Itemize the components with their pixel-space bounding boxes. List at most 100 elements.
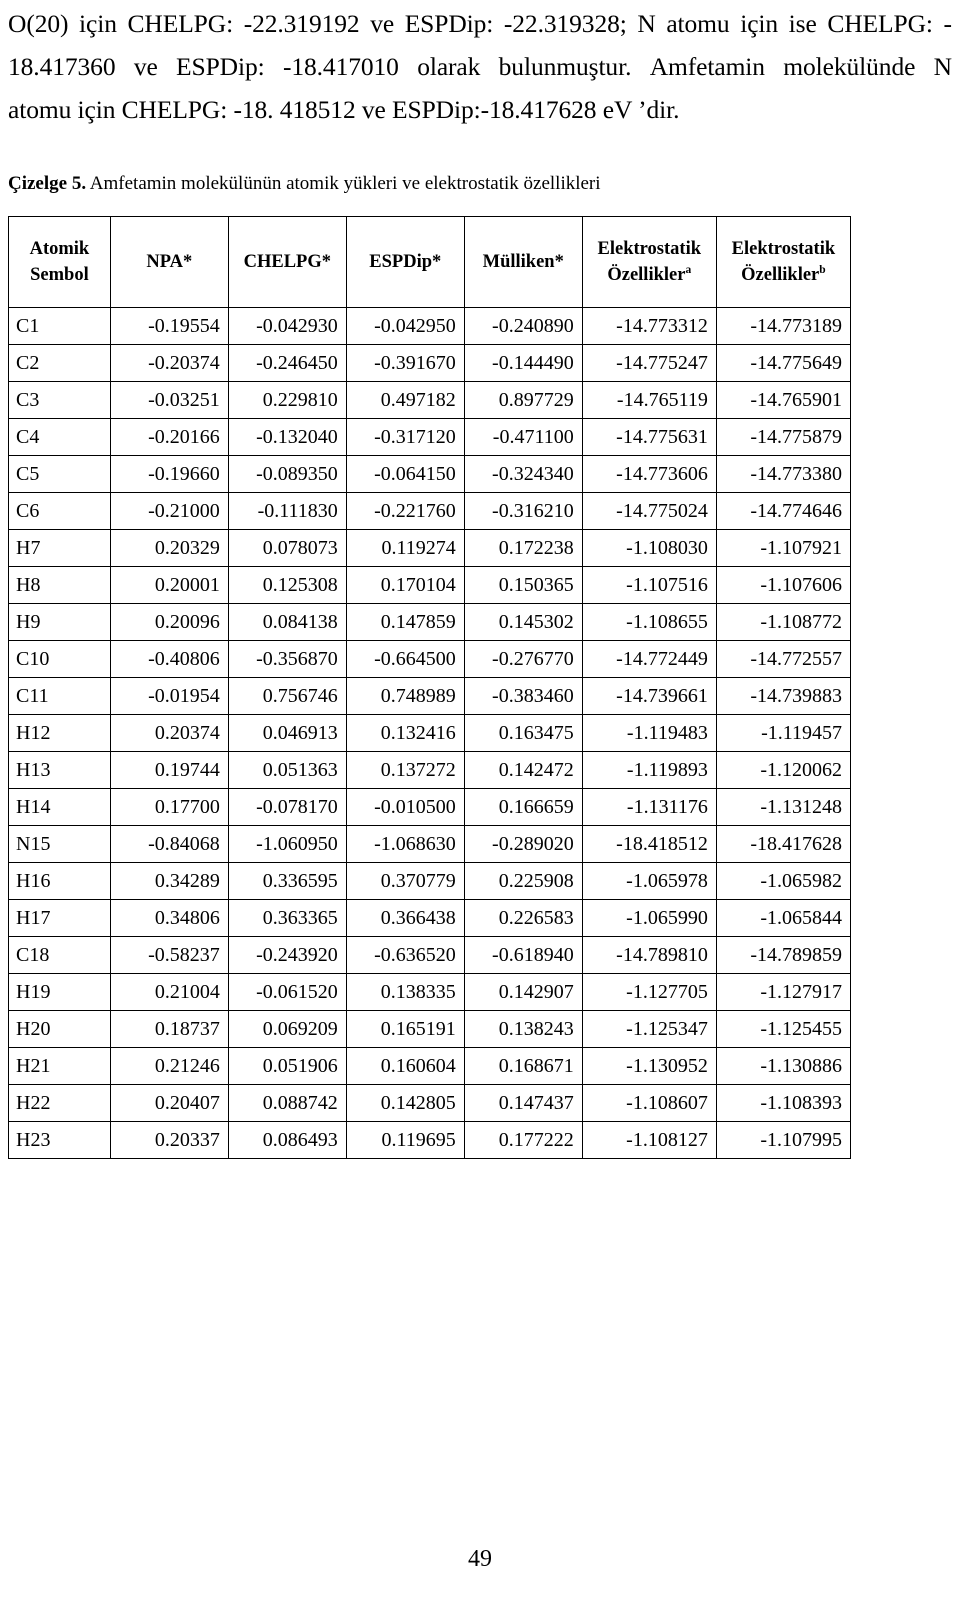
cell-atomic-symbol: C11 (8, 677, 111, 715)
table-row: H20 0.18737 0.069209 0.165191 0.138243 -1.125… (8, 1010, 852, 1048)
cell-npa: 0.19744 (109, 751, 229, 789)
cell-espdip: 0.160604 (345, 1047, 465, 1085)
header-electrostatic-a-sup: a (685, 263, 692, 276)
cell-espdip: 0.370779 (345, 862, 465, 900)
cell-espdip: 0.165191 (345, 1010, 465, 1048)
cell-chelpg: -0.061520 (227, 973, 347, 1011)
cell-electrostatic-b: -14.765901 (715, 381, 852, 419)
cell-chelpg: -0.243920 (227, 936, 347, 974)
atomic-charges-table: Atomik Sembol NPA* CHELPG* ESPDip* Mülli… (8, 216, 852, 1159)
cell-npa: -0.20374 (109, 344, 229, 382)
cell-electrostatic-a: -14.773606 (581, 455, 717, 493)
cell-mulliken: 0.226583 (463, 899, 583, 937)
header-electrostatic-a-line2: Özellikler (607, 265, 686, 285)
cell-electrostatic-b: -1.107995 (715, 1121, 852, 1159)
document-page: O(20) için CHELPG: -22.319192 ve ESPDip: -22.3… (0, 0, 960, 1597)
intro-word: için (740, 9, 779, 38)
cell-mulliken: 0.225908 (463, 862, 583, 900)
table-row: C18 -0.58237 -0.243920 -0.636520 -0.618940 -1… (8, 936, 852, 974)
cell-electrostatic-a: -1.119893 (581, 751, 717, 789)
cell-espdip: -0.221760 (345, 492, 465, 530)
cell-electrostatic-b: -1.065982 (715, 862, 852, 900)
cell-mulliken: 0.168671 (463, 1047, 583, 1085)
cell-electrostatic-a: -1.108127 (581, 1121, 717, 1159)
cell-atomic-symbol: H9 (8, 603, 111, 641)
header-mulliken: Mülliken* (463, 216, 583, 308)
cell-npa: 0.20096 (109, 603, 229, 641)
cell-mulliken: -0.240890 (463, 307, 583, 345)
cell-electrostatic-a: -14.775631 (581, 418, 717, 456)
cell-electrostatic-b: -14.774646 (715, 492, 852, 530)
cell-electrostatic-a: -1.065990 (581, 899, 717, 937)
cell-npa: -0.84068 (109, 825, 229, 863)
cell-atomic-symbol: C4 (8, 418, 111, 456)
cell-chelpg: 0.051906 (227, 1047, 347, 1085)
cell-npa: -0.01954 (109, 677, 229, 715)
cell-mulliken: -0.316210 (463, 492, 583, 530)
cell-mulliken: -0.471100 (463, 418, 583, 456)
header-chelpg: CHELPG* (227, 216, 347, 308)
cell-chelpg: -0.132040 (227, 418, 347, 456)
cell-chelpg: 0.084138 (227, 603, 347, 641)
cell-chelpg: 0.756746 (227, 677, 347, 715)
cell-mulliken: -0.618940 (463, 936, 583, 974)
table-row: H22 0.20407 0.088742 0.142805 0.147437 -1.108… (8, 1084, 852, 1122)
header-electrostatic-b: Elektrostatik Özelliklerb (715, 216, 852, 308)
intro-word: Amfetamin (649, 52, 765, 81)
cell-mulliken: -0.276770 (463, 640, 583, 678)
cell-atomic-symbol: H21 (8, 1047, 111, 1085)
table-row: C2 -0.20374 -0.246450 -0.391670 -0.144490 -14… (8, 344, 852, 382)
table-row: C1 -0.19554 -0.042930 -0.042950 -0.240890 -14… (8, 307, 852, 345)
intro-word: ve (370, 9, 395, 38)
table-row: N15 -0.84068 -1.060950 -1.068630 -0.289020 -1… (8, 825, 852, 863)
cell-electrostatic-b: -14.739883 (715, 677, 852, 715)
cell-electrostatic-b: -1.065844 (715, 899, 852, 937)
cell-mulliken: 0.147437 (463, 1084, 583, 1122)
intro-word: O(20) (8, 9, 69, 38)
cell-electrostatic-b: -14.773380 (715, 455, 852, 493)
header-chelpg-label: CHELPG* (243, 252, 331, 272)
cell-atomic-symbol: H22 (8, 1084, 111, 1122)
cell-electrostatic-b: -1.125455 (715, 1010, 852, 1048)
cell-atomic-symbol: H17 (8, 899, 111, 937)
table-row: H21 0.21246 0.051906 0.160604 0.168671 -1.130… (8, 1047, 852, 1085)
table-row: H23 0.20337 0.086493 0.119695 0.177222 -1.108… (8, 1121, 852, 1159)
cell-espdip: 0.497182 (345, 381, 465, 419)
cell-electrostatic-a: -1.119483 (581, 714, 717, 752)
intro-paragraph: O(20) için CHELPG: -22.319192 ve ESPDip: -22.3… (8, 2, 952, 131)
caption-label: Çizelge 5. (8, 173, 87, 194)
cell-espdip: -0.391670 (345, 344, 465, 382)
cell-electrostatic-b: -18.417628 (715, 825, 852, 863)
intro-word: -22.319192 (243, 9, 360, 38)
cell-espdip: 0.132416 (345, 714, 465, 752)
cell-npa: 0.20001 (109, 566, 229, 604)
cell-npa: -0.40806 (109, 640, 229, 678)
cell-npa: -0.20166 (109, 418, 229, 456)
header-atomic-symbol: Atomik Sembol (8, 216, 111, 308)
cell-chelpg: 0.086493 (227, 1121, 347, 1159)
intro-word: N (933, 52, 952, 81)
cell-chelpg: 0.088742 (227, 1084, 347, 1122)
cell-mulliken: 0.177222 (463, 1121, 583, 1159)
cell-atomic-symbol: C5 (8, 455, 111, 493)
intro-word: -18.417010 (282, 52, 399, 81)
cell-electrostatic-b: -1.127917 (715, 973, 852, 1011)
cell-atomic-symbol: H20 (8, 1010, 111, 1048)
intro-word: ESPDip: (404, 9, 494, 38)
cell-electrostatic-a: -14.773312 (581, 307, 717, 345)
cell-mulliken: 0.163475 (463, 714, 583, 752)
intro-word: molekülünde (783, 52, 916, 81)
table-header-row: Atomik Sembol NPA* CHELPG* ESPDip* Mülli… (8, 216, 852, 308)
cell-mulliken: -0.383460 (463, 677, 583, 715)
cell-electrostatic-b: -14.789859 (715, 936, 852, 974)
table-caption: Çizelge 5. Amfetamin molekülünün atomik … (8, 172, 952, 196)
table-row: C4 -0.20166 -0.132040 -0.317120 -0.471100 -14… (8, 418, 852, 456)
cell-electrostatic-a: -14.739661 (581, 677, 717, 715)
table-row: H8 0.20001 0.125308 0.170104 0.150365 -1.1075… (8, 566, 852, 604)
cell-npa: 0.20337 (109, 1121, 229, 1159)
cell-chelpg: -0.042930 (227, 307, 347, 345)
cell-espdip: 0.137272 (345, 751, 465, 789)
cell-espdip: -0.010500 (345, 788, 465, 826)
header-espdip: ESPDip* (345, 216, 465, 308)
cell-mulliken: 0.150365 (463, 566, 583, 604)
